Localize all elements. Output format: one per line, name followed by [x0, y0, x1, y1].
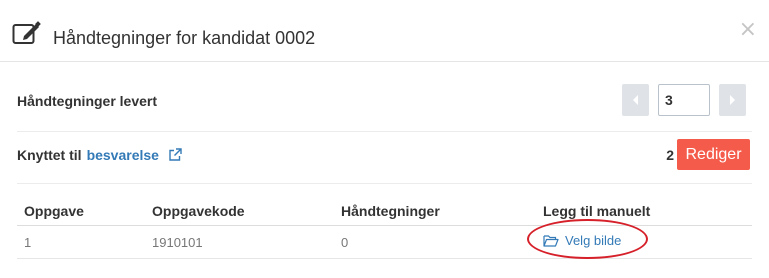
chevron-left-icon: [633, 95, 638, 105]
table-header: Oppgave Oppgavekode Håndtegninger Legg t…: [17, 184, 752, 226]
chevron-right-icon: [730, 95, 735, 105]
besvarelse-link[interactable]: besvarelse: [87, 147, 159, 163]
linked-label-line: Knyttet til besvarelse: [17, 147, 182, 163]
delivered-row: Håndtegninger levert: [17, 64, 752, 132]
linked-row: Knyttet til besvarelse 2 Rediger: [17, 132, 752, 184]
delivered-label: Håndtegninger levert: [17, 93, 158, 109]
header-oppgave: Oppgave: [24, 203, 84, 219]
modal-title: Håndtegninger for kandidat 0002: [53, 28, 316, 48]
modal-header: Håndtegninger for kandidat 0002 ×: [0, 0, 769, 62]
cell-oppgave: 1: [24, 235, 32, 250]
close-icon[interactable]: ×: [739, 19, 757, 41]
delivered-pager: [622, 84, 746, 116]
select-image-link[interactable]: Velg bilde: [543, 233, 621, 248]
linked-count: 2: [666, 147, 674, 163]
edit-icon: [12, 21, 41, 44]
cell-handtegninger: 0: [341, 235, 349, 250]
folder-open-icon: [543, 235, 559, 247]
header-oppgavekode: Oppgavekode: [152, 203, 245, 219]
decrement-button[interactable]: [622, 84, 649, 116]
header-legg-til-manuelt: Legg til manuelt: [543, 203, 651, 219]
external-link-icon[interactable]: [168, 148, 182, 162]
increment-button[interactable]: [719, 84, 746, 116]
header-handtegninger: Håndtegninger: [341, 203, 440, 219]
linked-label: Knyttet til: [17, 147, 82, 163]
edit-button[interactable]: Rediger: [677, 139, 750, 170]
delivered-count-input[interactable]: [658, 84, 710, 116]
select-image-label: Velg bilde: [565, 233, 622, 248]
drawings-table: Oppgave Oppgavekode Håndtegninger Legg t…: [17, 184, 752, 259]
cell-oppgavekode: 1910101: [152, 235, 203, 250]
table-row: 1 1910101 0 Velg bilde: [17, 219, 752, 259]
modal: Håndtegninger for kandidat 0002 × Håndte…: [0, 0, 769, 278]
